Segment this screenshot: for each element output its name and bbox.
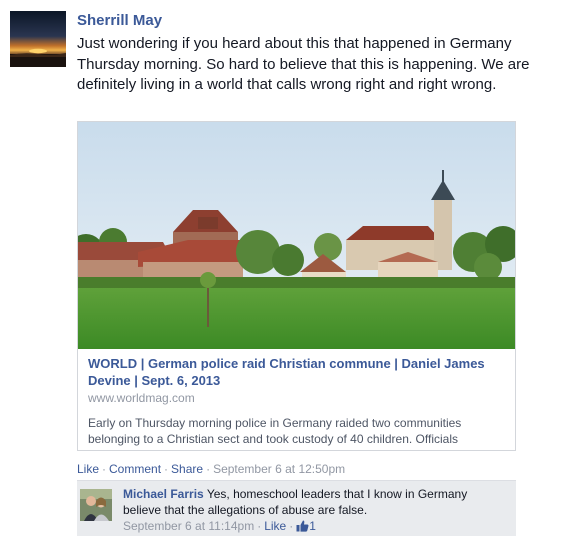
shared-link-title[interactable]: WORLD | German police raid Christian com… [88,356,505,389]
comment-like-link[interactable]: Like [264,519,286,533]
separator: · [164,462,169,476]
separator: · [206,462,211,476]
post-text: Just wondering if you heard about this t… [77,35,530,93]
shared-link-card[interactable]: WORLD | German police raid Christian com… [77,121,516,451]
comment: Michael Farris Yes, homeschool leaders t… [77,480,516,536]
comment-timestamp[interactable]: September 6 at 11:14pm [123,519,254,533]
commenter-avatar[interactable] [80,489,112,521]
share-link[interactable]: Share [171,462,203,476]
like-link[interactable]: Like [77,462,99,476]
thumbs-up-icon [296,520,309,532]
post-timestamp[interactable]: September 6 at 12:50pm [213,462,345,476]
commenter-avatar-image [80,489,112,521]
comment-meta: September 6 at 11:14pm · Like · 1 [123,519,316,533]
shared-link-description: Early on Thursday morning police in Germ… [88,416,462,446]
comment-text-block: Michael Farris Yes, homeschool leaders t… [123,487,508,518]
sunset-avatar-image [10,11,66,67]
shared-link-domain: www.worldmag.com [88,391,195,405]
separator: · [257,519,262,533]
post-actions: Like · Comment · Share · September 6 at 12:50p… [77,462,345,476]
post-author-name[interactable]: Sherrill May [77,12,162,29]
separator: · [102,462,107,476]
comment-like-count[interactable]: 1 [296,519,316,533]
comment-author-name[interactable]: Michael Farris [123,487,204,501]
like-count-value: 1 [309,519,316,533]
author-avatar[interactable] [10,11,66,67]
article-photo[interactable] [78,122,515,349]
separator: · [289,519,294,533]
comment-link[interactable]: Comment [109,462,161,476]
